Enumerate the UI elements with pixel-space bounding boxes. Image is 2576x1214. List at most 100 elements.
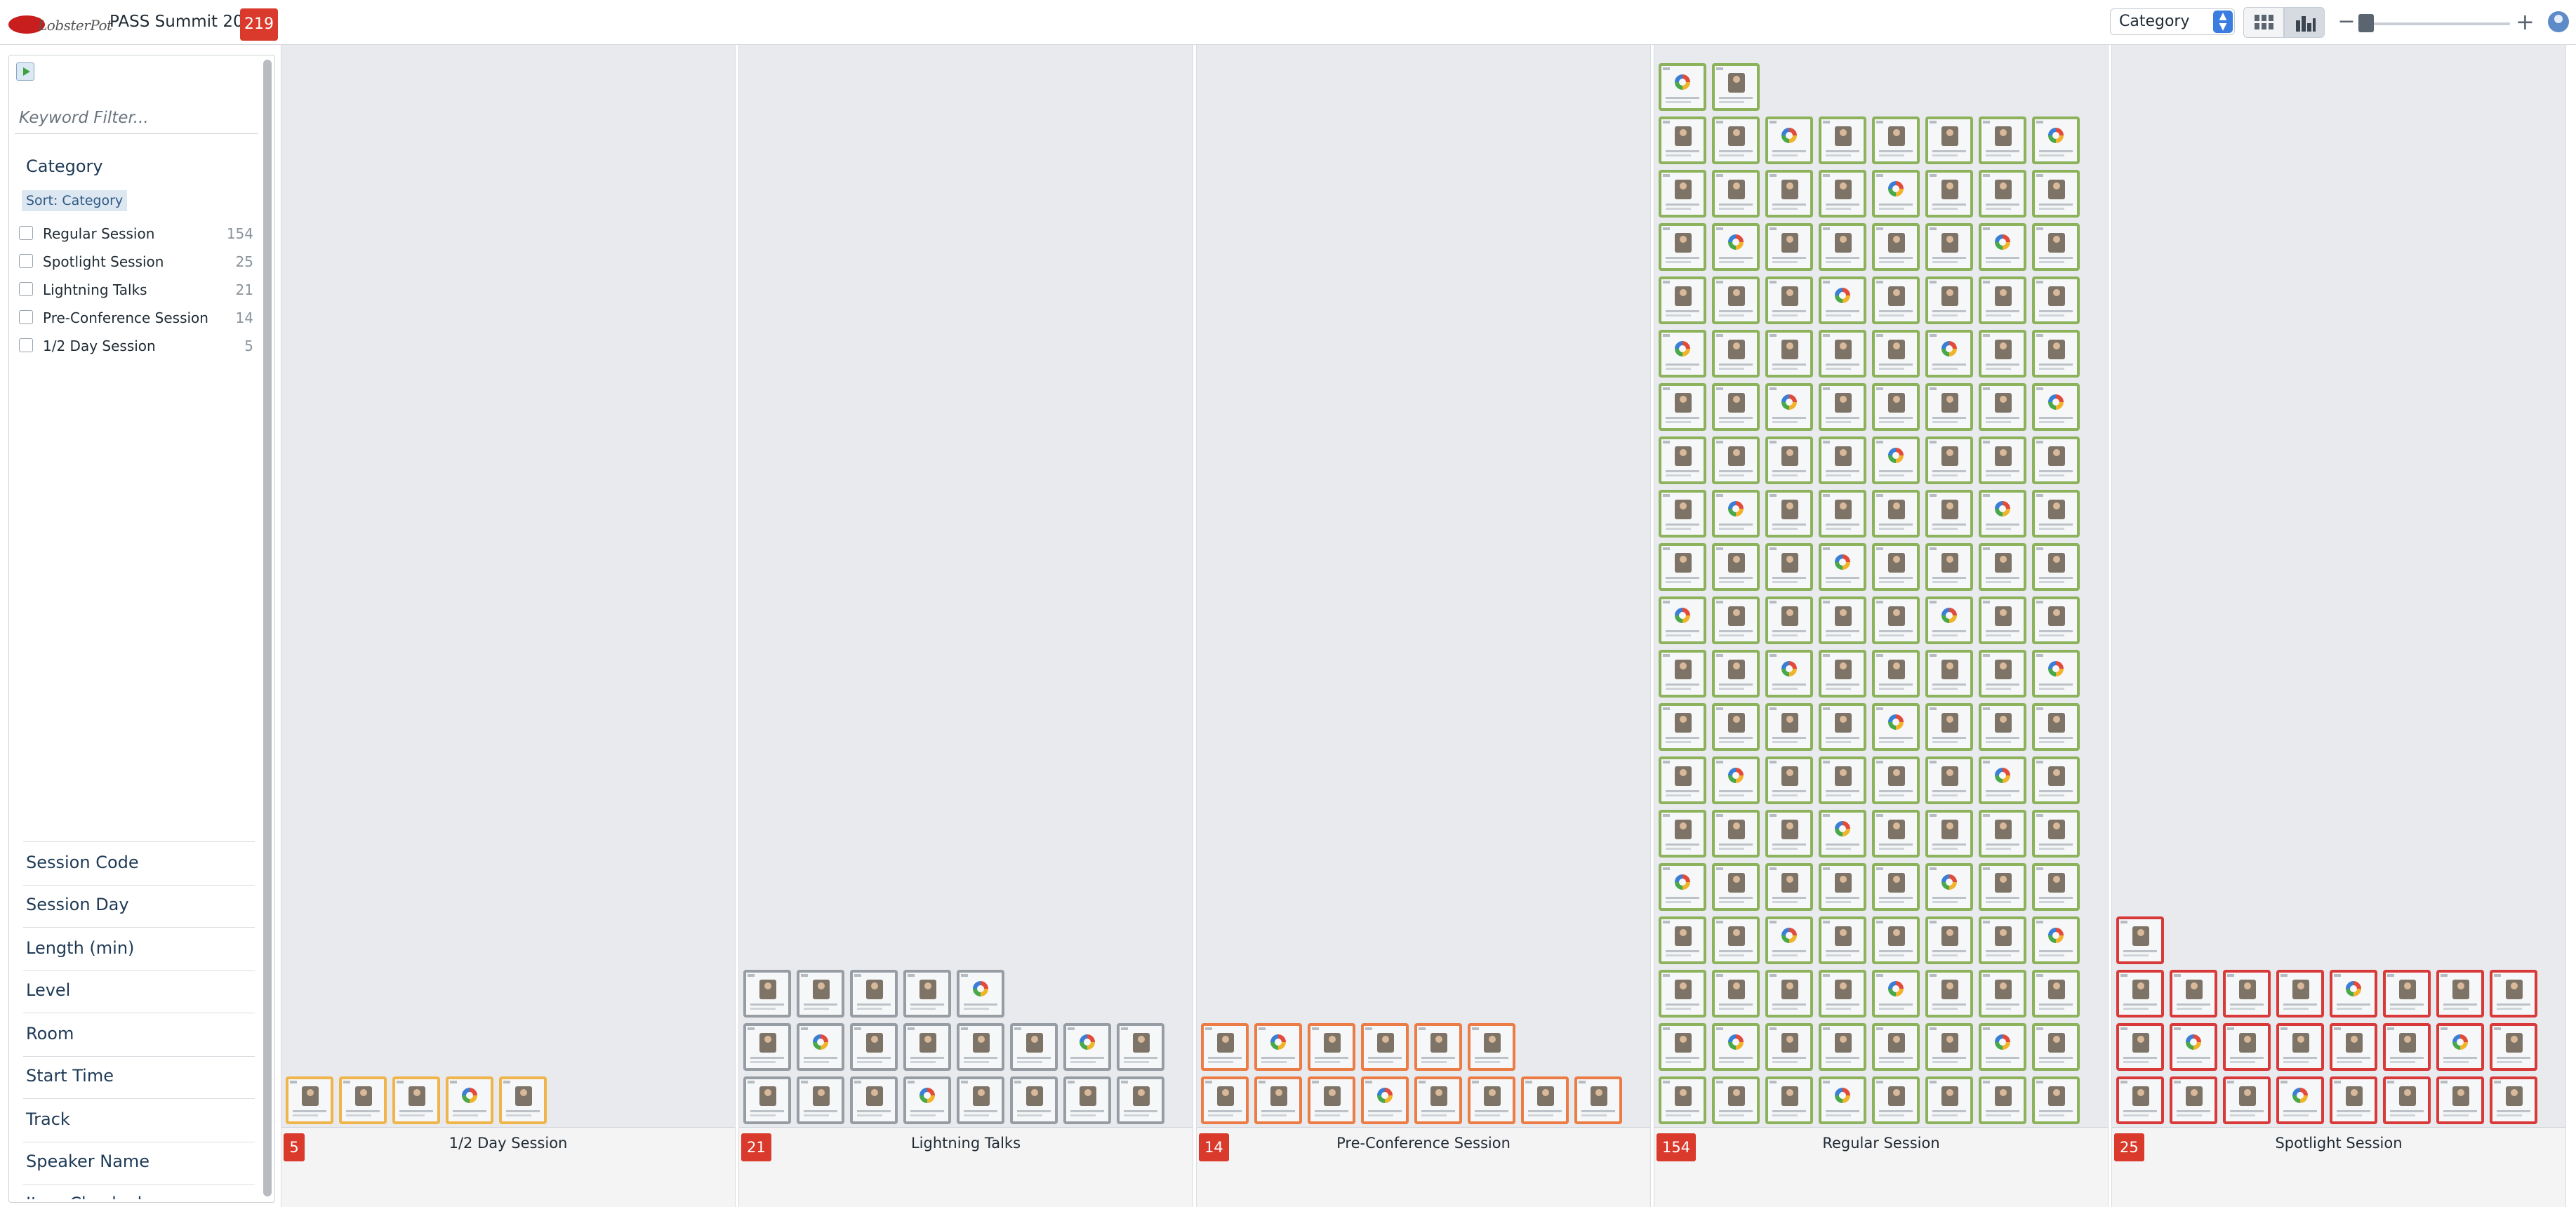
facet-sort-label[interactable]: Sort: Category — [22, 190, 128, 211]
session-card[interactable] — [2032, 276, 2080, 324]
session-card[interactable] — [1254, 1023, 1302, 1071]
session-card[interactable] — [1117, 1076, 1164, 1124]
session-card[interactable] — [1872, 863, 1920, 911]
facet-length[interactable]: Length (min) — [26, 938, 134, 958]
session-card[interactable] — [850, 1076, 898, 1124]
session-card[interactable] — [1765, 756, 1813, 804]
session-card[interactable] — [1659, 63, 1706, 111]
session-card[interactable] — [2032, 436, 2080, 484]
session-card[interactable] — [743, 1076, 791, 1124]
session-card[interactable] — [1925, 116, 1973, 164]
session-card[interactable] — [1659, 756, 1706, 804]
session-card[interactable] — [1979, 650, 2026, 698]
session-card[interactable] — [1254, 1076, 1302, 1124]
facet-checkbox[interactable] — [19, 254, 33, 268]
session-card[interactable] — [1659, 116, 1706, 164]
session-card[interactable] — [1659, 1023, 1706, 1071]
session-card[interactable] — [1925, 703, 1973, 751]
session-card[interactable] — [1925, 596, 1973, 644]
session-card[interactable] — [1765, 970, 1813, 1018]
session-card[interactable] — [1925, 1023, 1973, 1071]
export-icon[interactable] — [16, 62, 34, 81]
facet-checkbox[interactable] — [19, 282, 33, 296]
session-card[interactable] — [1712, 276, 1760, 324]
session-card[interactable] — [1712, 650, 1760, 698]
session-card[interactable] — [1765, 1023, 1813, 1071]
session-card[interactable] — [2116, 916, 2164, 964]
session-card[interactable] — [797, 970, 844, 1018]
session-card[interactable] — [1819, 970, 1866, 1018]
session-card[interactable] — [1712, 810, 1760, 858]
session-card[interactable] — [1117, 1023, 1164, 1071]
session-card[interactable] — [1765, 650, 1813, 698]
session-card[interactable] — [2223, 1023, 2271, 1071]
column-footer[interactable]: 14 Pre-Conference Session — [1197, 1127, 1650, 1207]
session-card[interactable] — [1712, 756, 1760, 804]
session-card[interactable] — [1872, 116, 1920, 164]
session-card[interactable] — [1819, 1023, 1866, 1071]
session-card[interactable] — [1659, 543, 1706, 591]
session-card[interactable] — [1872, 756, 1920, 804]
session-card[interactable] — [903, 1076, 951, 1124]
session-card[interactable] — [1819, 116, 1866, 164]
session-card[interactable] — [1819, 916, 1866, 964]
session-card[interactable] — [1414, 1023, 1462, 1071]
session-card[interactable] — [2490, 970, 2537, 1018]
session-card[interactable] — [743, 1023, 791, 1071]
column-footer[interactable]: 5 1/2 Day Session — [281, 1127, 735, 1207]
session-card[interactable] — [1925, 970, 1973, 1018]
session-card[interactable] — [1712, 916, 1760, 964]
session-card[interactable] — [2490, 1023, 2537, 1071]
session-card[interactable] — [1712, 596, 1760, 644]
session-card[interactable] — [1872, 1076, 1920, 1124]
session-card[interactable] — [1765, 330, 1813, 378]
session-card[interactable] — [1765, 596, 1813, 644]
session-card[interactable] — [1819, 703, 1866, 751]
zoom-out-button[interactable]: − — [2337, 11, 2356, 32]
session-card[interactable] — [2330, 1076, 2377, 1124]
facet-track[interactable]: Track — [26, 1109, 70, 1129]
session-card[interactable] — [2330, 970, 2377, 1018]
session-card[interactable] — [2032, 916, 2080, 964]
session-card[interactable] — [1712, 223, 1760, 271]
session-card[interactable] — [1361, 1023, 1409, 1071]
session-card[interactable] — [2032, 223, 2080, 271]
session-card[interactable] — [1659, 916, 1706, 964]
session-card[interactable] — [1765, 223, 1813, 271]
session-card[interactable] — [1659, 863, 1706, 911]
session-card[interactable] — [1308, 1076, 1355, 1124]
session-card[interactable] — [1659, 810, 1706, 858]
session-card[interactable] — [1979, 596, 2026, 644]
session-card[interactable] — [850, 970, 898, 1018]
session-card[interactable] — [957, 1076, 1004, 1124]
facet-category-title[interactable]: Category — [26, 156, 103, 176]
session-card[interactable] — [957, 970, 1004, 1018]
session-card[interactable] — [2032, 703, 2080, 751]
session-card[interactable] — [1979, 330, 2026, 378]
session-card[interactable] — [1659, 596, 1706, 644]
session-card[interactable] — [1712, 1076, 1760, 1124]
session-card[interactable] — [2116, 1076, 2164, 1124]
session-card[interactable] — [1201, 1023, 1249, 1071]
session-card[interactable] — [1925, 383, 1973, 431]
session-card[interactable] — [1925, 543, 1973, 591]
session-card[interactable] — [1925, 863, 1973, 911]
facet-start-time[interactable]: Start Time — [26, 1066, 114, 1086]
session-card[interactable] — [1819, 1076, 1866, 1124]
facet-option[interactable]: Regular Session 154 — [19, 221, 253, 246]
session-card[interactable] — [2032, 383, 2080, 431]
session-card[interactable] — [1979, 1076, 2026, 1124]
session-card[interactable] — [1925, 916, 1973, 964]
column-footer[interactable]: 25 Spotlight Session — [2112, 1127, 2565, 1207]
session-card[interactable] — [1712, 1023, 1760, 1071]
session-card[interactable] — [1925, 490, 1973, 538]
session-card[interactable] — [1712, 543, 1760, 591]
session-card[interactable] — [1979, 703, 2026, 751]
session-card[interactable] — [1765, 543, 1813, 591]
session-card[interactable] — [1872, 1023, 1920, 1071]
session-card[interactable] — [1979, 490, 2026, 538]
sort-by-select[interactable]: Category ▲ ▼ — [2110, 8, 2235, 35]
facet-item-checked[interactable]: Item Checked — [26, 1194, 142, 1199]
session-card[interactable] — [446, 1076, 493, 1124]
session-card[interactable] — [1712, 970, 1760, 1018]
